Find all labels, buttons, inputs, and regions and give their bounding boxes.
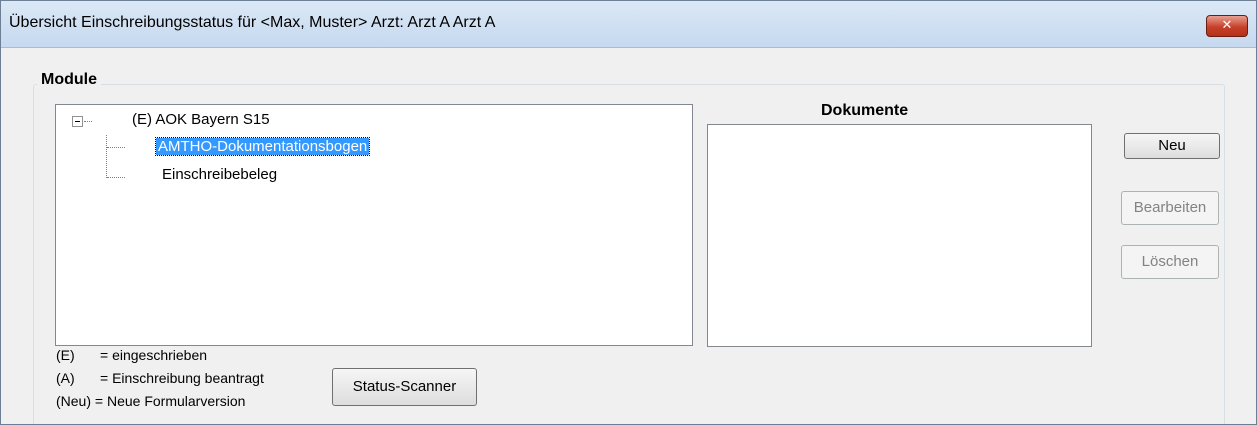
tree-connector [107,177,125,178]
legend-key: (E) [56,347,75,363]
new-button[interactable]: Neu [1124,133,1220,159]
tree-connector [106,135,107,178]
tree-item-amtho[interactable]: AMTHO-Dokumentationsbogen [154,137,371,156]
tree-item-einschreibebeleg[interactable]: Einschreibebeleg [162,166,277,183]
window-title: Übersicht Einschreibungsstatus für <Max,… [9,14,496,31]
status-scanner-button[interactable]: Status-Scanner [332,368,477,406]
dialog-window: Übersicht Einschreibungsstatus für <Max,… [0,0,1257,425]
close-icon: ✕ [1221,18,1233,33]
tree-connector [84,121,92,122]
collapse-icon[interactable] [72,116,83,127]
tree-item-label: AMTHO-Dokumentationsbogen [154,137,371,156]
module-tree[interactable]: (E) AOK Bayern S15 AMTHO-Dokumentationsb… [55,104,693,346]
legend-key: (Neu) [56,393,92,409]
delete-button[interactable]: Löschen [1121,245,1219,279]
documents-title: Dokumente [821,102,909,119]
title-bar[interactable]: Übersicht Einschreibungsstatus für <Max,… [1,1,1256,48]
documents-list[interactable] [707,124,1092,347]
tree-root-item[interactable]: (E) AOK Bayern S15 [132,111,270,128]
legend-key: (A) [56,370,75,386]
edit-button[interactable]: Bearbeiten [1121,191,1219,225]
legend-item: (Neu) = Neue Formularversion [56,394,245,409]
legend-text: = Neue Formularversion [94,393,246,409]
tree-connector [107,147,125,148]
legend-text: = eingeschrieben [100,347,208,363]
close-button[interactable]: ✕ [1206,15,1248,37]
legend-text: = Einschreibung beantragt [100,370,264,386]
module-group-title: Module [37,71,101,89]
legend-item: (E) = eingeschrieben [56,348,207,363]
legend-item: (A) = Einschreibung beantragt [56,371,264,386]
